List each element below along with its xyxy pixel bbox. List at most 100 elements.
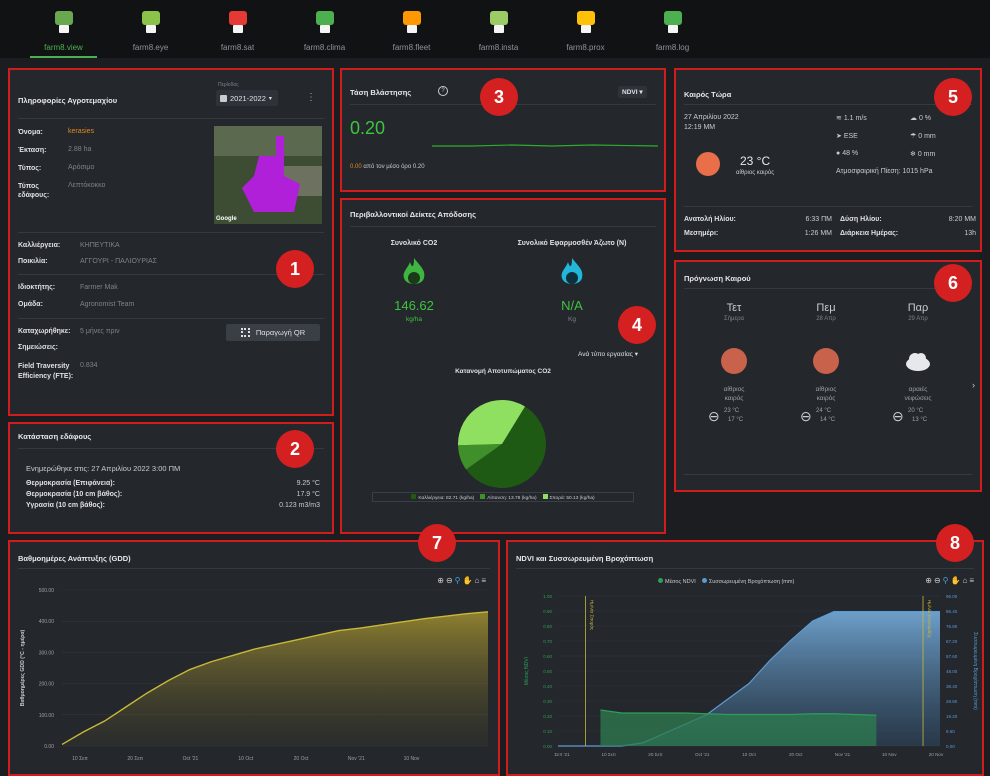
callout-badge-3: 3 <box>480 78 518 116</box>
top-navigation: farm8.view farm8.eye farm8.sat farm8.clima f… <box>0 0 990 58</box>
group-value: Agronomist Team <box>80 301 135 308</box>
forecast-desc-1: αραιές <box>908 386 928 393</box>
forecast-day: Τετ Σήμερα αίθριος καιρός ⊖ 23 °C 17 °C <box>694 302 774 428</box>
generate-qr-button[interactable]: Παραγωγή QR <box>226 324 320 341</box>
x-tick-label: 10 Oct <box>742 752 756 757</box>
y-left-tick-label: 0.90 <box>543 609 552 614</box>
y-left-tick-label: 0.20 <box>543 714 552 719</box>
zoom-out-icon[interactable]: ⊖ <box>934 576 943 585</box>
field-info-panel: Πληροφορίες Αγροτεμαχίου Περίοδος 2021-2… <box>8 68 334 416</box>
callout-badge-6: 6 <box>934 264 972 302</box>
y-left-tick-label: 0.60 <box>543 654 552 659</box>
nav-item-label: farm8.clima <box>303 43 346 52</box>
nav-item-farm8-fleet[interactable]: farm8.fleet <box>368 0 455 58</box>
gdd-chart-title: Βαθμοημέρες Ανάπτυξης (GDD) <box>18 554 131 563</box>
forecast-day: Πεμ 28 Απρ αίθριος καιρός ⊖ 24 °C 14 °C <box>786 302 866 428</box>
more-options-icon[interactable]: ⋮ <box>306 92 316 103</box>
nav-item-farm8-insta[interactable]: farm8.insta <box>455 0 542 58</box>
map-credit: Google <box>216 216 237 222</box>
soil-updated: Ενημερώθηκε στις: 27 Απριλίου 2022 3:00 … <box>26 464 181 473</box>
y-tick-label: 300.00 <box>39 650 55 656</box>
forecast-next-arrow[interactable]: › <box>972 380 975 390</box>
annotation-label: Ημ/νία Συγκομιδής <box>927 600 933 639</box>
forecast-low: 13 °C <box>912 417 928 423</box>
soil-value: 17.9 °C <box>296 491 320 498</box>
weather-title: Καιρός Τώρα <box>684 90 732 99</box>
x-tick-label: 20 Σεπ <box>648 752 662 757</box>
x-tick-label: 20 Nov <box>929 752 944 757</box>
zoom-out-icon[interactable]: ⊖ <box>446 576 455 585</box>
ndvi-area <box>600 710 877 746</box>
ndvi-chart-title: NDVI και Συσσωρευμένη Βροχόπτωση <box>516 554 654 563</box>
forecast-high: 20 °C <box>908 408 924 414</box>
field-info-title: Πληροφορίες Αγροτεμαχίου <box>18 96 118 105</box>
nav-item-farm8-prox[interactable]: farm8.prox <box>542 0 629 58</box>
forecast-desc-2: καιρός <box>724 395 744 402</box>
forecast-title: Πρόγνωση Καιρού <box>684 274 751 283</box>
map-tree-icon <box>49 7 79 37</box>
soil-key: Υγρασία (10 cm βάθος): <box>26 502 105 509</box>
nav-item-label: farm8.view <box>44 43 83 52</box>
rain-value: 0 mm <box>918 133 936 140</box>
droplet-icon: ● <box>836 150 841 157</box>
zoom-select-icon[interactable]: ⚲ <box>455 576 463 585</box>
legend-entry[interactable]: Μέσος NDVI <box>658 578 696 585</box>
forecast-date: Σήμερα <box>723 316 745 322</box>
breakdown-select[interactable]: Ανά τύπο εργασίας ▾ <box>578 350 638 358</box>
fte-key: Field Traversity Efficiency (FTE): <box>18 363 74 380</box>
y-tick-label: 400.00 <box>39 619 55 625</box>
forecast-desc-1: αίθριος <box>815 386 837 393</box>
index-select[interactable]: NDVI ▾ <box>618 86 647 98</box>
owner-key: Ιδιοκτήτης: <box>18 284 56 291</box>
ndvi-rain-chart: 0.00 0.10 0.20 0.30 0.40 0.50 0.60 0.70 0.80 0.90… <box>523 594 979 757</box>
wind-direction-value: ESE <box>843 133 858 140</box>
zoom-in-icon[interactable]: ⊕ <box>437 576 446 585</box>
period-value: 2021-2022 <box>230 93 266 103</box>
pan-icon[interactable]: ✋ <box>463 576 475 585</box>
nav-item-farm8-view[interactable]: farm8.view <box>20 0 107 58</box>
legend-label: Μέσος NDVI <box>665 579 696 585</box>
nav-item-farm8-clima[interactable]: farm8.clima <box>281 0 368 58</box>
nav-item-label: farm8.insta <box>478 43 519 52</box>
zoom-in-icon[interactable]: ⊕ <box>925 576 934 585</box>
direction-icon: ➤ <box>836 133 842 140</box>
proximity-icon <box>571 7 601 37</box>
legend-dot <box>658 578 663 583</box>
rain-icon: ☂ <box>910 133 917 140</box>
x-tick-label: Nov '21 <box>348 756 365 762</box>
nav-item-farm8-sat[interactable]: farm8.sat <box>194 0 281 58</box>
menu-icon[interactable]: ≡ <box>969 576 976 585</box>
humidity-value: 48 % <box>842 150 859 157</box>
nav-item-farm8-eye[interactable]: farm8.eye <box>107 0 194 58</box>
pan-icon[interactable]: ✋ <box>951 576 963 585</box>
env-title: Περιβαλλοντικοί Δείκτες Απόδοσης <box>350 210 477 219</box>
pie-legend: Καλλιέργεια: 82.71 (kg/ha) Λίπανση: 13.78… <box>372 492 634 502</box>
zoom-select-icon[interactable]: ⚲ <box>943 576 951 585</box>
x-tick-label: Oct '21 <box>695 752 710 757</box>
callout-badge-4: 4 <box>618 306 656 344</box>
chevron-down-icon: ▾ <box>634 351 638 358</box>
info-key: Τύπος: <box>18 165 42 172</box>
help-icon[interactable]: ? <box>438 86 448 96</box>
info-value: Λεπτόκοκκο <box>68 182 106 189</box>
field-map-thumbnail[interactable]: Google <box>214 126 322 224</box>
nav-item-label: farm8.fleet <box>392 43 431 52</box>
daylength-key: Διάρκεια Ημέρας: <box>840 230 899 237</box>
sunset-value: 8:20 ΜΜ <box>948 216 976 223</box>
thermometer-icon: ⊖ <box>800 408 812 424</box>
forecast-temps: ⊖ 24 °C 14 °C <box>786 408 866 428</box>
rain: ☂ 0 mm <box>910 132 936 140</box>
menu-icon[interactable]: ≡ <box>481 576 488 585</box>
cloud-cover: ☁ 0 % <box>910 114 931 122</box>
legend-entry[interactable]: Συσσωρευμένη Βροχόπτωση (mm) <box>701 578 794 585</box>
x-tick-label: 10 Nov <box>404 756 420 762</box>
x-tick-label: Oct '21 <box>183 756 199 762</box>
nav-item-farm8-log[interactable]: farm8.log <box>629 0 716 58</box>
forecast-temps: ⊖ 20 °C 13 °C <box>878 408 958 428</box>
forecast-day-name: Τετ <box>726 302 742 314</box>
info-key: Τύπος εδάφους: <box>18 183 50 199</box>
legend-label: Καλλιέργεια: 82.71 (kg/ha) <box>418 495 475 501</box>
period-select[interactable]: 2021-2022 ▾ <box>216 90 278 106</box>
co2-unit: kg/ha <box>406 316 422 323</box>
log-icon <box>658 7 688 37</box>
